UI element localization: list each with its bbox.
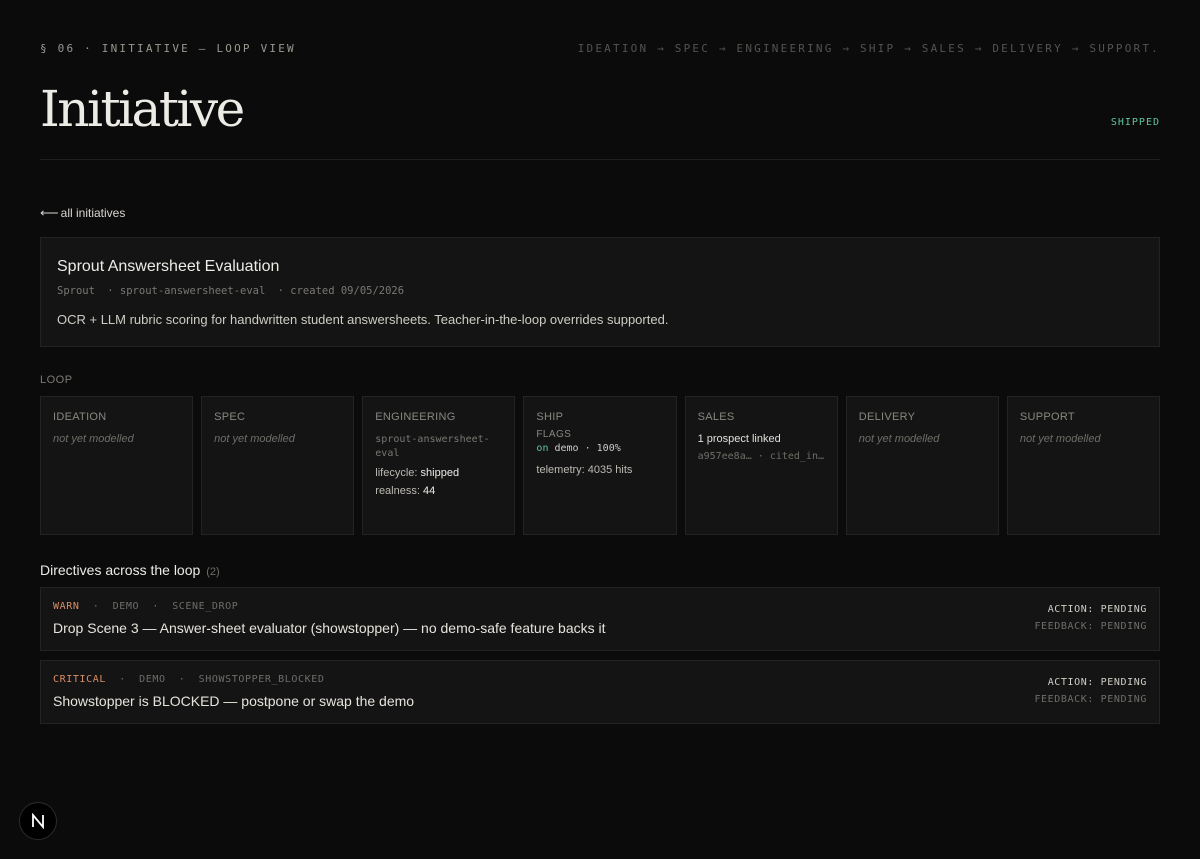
arrow-left-icon: ⟵ <box>40 205 59 220</box>
stage-ideation[interactable]: IDEATION not yet modelled <box>40 396 194 535</box>
stage-name: SPEC <box>214 411 246 423</box>
prospect-id: a957ee8a… <box>697 451 752 462</box>
stage-delivery[interactable]: DELIVERY not yet modelled <box>845 396 999 535</box>
stage-name: SHIP <box>536 411 564 423</box>
directive-tags: CRITICAL · DEMO · SHOWSTOPPER_BLOCKED <box>53 674 325 685</box>
realness-value: 44 <box>422 485 436 497</box>
initiative-slug: · sprout-answersheet-eval <box>107 285 266 297</box>
next-logo-icon[interactable] <box>19 802 57 840</box>
directives-title: Directives across the loop <box>40 562 201 578</box>
back-to-initiatives-link[interactable]: ⟵ all initiatives <box>40 205 125 221</box>
stage-empty-text: not yet modelled <box>53 433 134 445</box>
stage-spec[interactable]: SPEC not yet modelled <box>201 396 355 535</box>
engineering-slug: sprout-answersheet-eval <box>375 434 490 459</box>
severity-tag: WARN <box>53 601 80 612</box>
loop-section-label: LOOP <box>40 374 73 386</box>
env-tag: DEMO <box>112 601 140 612</box>
feedback-status: FEEDBACK: PENDING <box>1034 694 1147 705</box>
directive-item[interactable]: CRITICAL · DEMO · SHOWSTOPPER_BLOCKED Sh… <box>40 660 1160 724</box>
initiative-name: Sprout Answersheet Evaluation <box>57 258 280 275</box>
directive-item[interactable]: WARN · DEMO · SCENE_DROP Drop Scene 3 — … <box>40 587 1160 651</box>
telemetry: telemetry: 4035 hits <box>536 464 633 476</box>
page-title: Initiative <box>40 80 245 138</box>
stage-name: DELIVERY <box>858 411 916 423</box>
n-glyph <box>32 813 44 829</box>
initiative-card: Sprout Answersheet Evaluation Sprout · s… <box>40 237 1160 347</box>
directive-text: Showstopper is BLOCKED — postpone or swa… <box>53 693 415 709</box>
stage-empty-text: not yet modelled <box>214 433 295 445</box>
env-tag: DEMO <box>139 674 166 685</box>
stage-empty-text: not yet modelled <box>1019 433 1101 445</box>
severity-tag: CRITICAL <box>53 674 106 685</box>
directive-status: ACTION: PENDING FEEDBACK: PENDING <box>1034 677 1147 705</box>
prospect-ids: a957ee8a… · cited_in… <box>697 451 824 462</box>
prospect-ref: cited_in… <box>769 451 824 462</box>
loop-stages: IDEATION not yet modelled SPEC not yet m… <box>40 396 1160 535</box>
directive-text: Drop Scene 3 — Answer-sheet evaluator (s… <box>53 620 606 636</box>
stage-name: SALES <box>697 411 735 423</box>
action-status: ACTION: PENDING <box>1047 677 1147 688</box>
prospect-count: 1 prospect linked <box>697 433 781 445</box>
back-link-label: all initiatives <box>60 206 126 220</box>
realness-label: realness: <box>375 485 423 497</box>
stage-support[interactable]: SUPPORT not yet modelled <box>1006 396 1160 535</box>
section-label: § 06 · INITIATIVE — LOOP VIEW <box>40 42 296 55</box>
initiative-org: Sprout <box>57 285 95 297</box>
stage-name: ENGINEERING <box>375 411 456 423</box>
initiative-description: OCR + LLM rubric scoring for handwritten… <box>57 312 669 327</box>
stage-empty-text: not yet modelled <box>858 433 940 445</box>
status-badge: SHIPPED <box>1110 117 1160 128</box>
top-bar: § 06 · INITIATIVE — LOOP VIEW IDEATION →… <box>40 42 1160 55</box>
stage-ship[interactable]: SHIP FLAGS on demo · 100% telemetry: 403… <box>523 396 677 535</box>
engineering-lifecycle: lifecycle: shipped <box>375 467 502 479</box>
flag-env: demo <box>554 443 579 454</box>
header-divider <box>40 159 1160 160</box>
flag-pct: 100% <box>596 443 621 454</box>
action-status: ACTION: PENDING <box>1047 604 1147 615</box>
directive-tags: WARN · DEMO · SCENE_DROP <box>53 601 239 612</box>
lifecycle-label: lifecycle: <box>375 467 421 479</box>
stage-name: IDEATION <box>53 411 107 423</box>
feedback-status: FEEDBACK: PENDING <box>1034 621 1147 632</box>
directive-status: ACTION: PENDING FEEDBACK: PENDING <box>1034 604 1147 632</box>
engineering-realness: realness: 44 <box>375 485 502 497</box>
stage-sales[interactable]: SALES 1 prospect linked a957ee8a… · cite… <box>684 396 838 535</box>
lifecycle-value: shipped <box>420 467 460 479</box>
flag-state: on <box>536 443 549 454</box>
code-tag: SCENE_DROP <box>172 601 239 612</box>
flag-row: on demo · 100% <box>536 443 621 454</box>
stage-name: SUPPORT <box>1019 411 1075 423</box>
code-tag: SHOWSTOPPER_BLOCKED <box>198 674 325 685</box>
directives-heading: Directives across the loop (2) <box>40 562 220 578</box>
initiative-meta: Sprout · sprout-answersheet-eval · creat… <box>57 285 1143 297</box>
stage-engineering[interactable]: ENGINEERING sprout-answersheet-eval life… <box>362 396 516 535</box>
initiative-created: · created 09/05/2026 <box>277 285 405 297</box>
loop-flow-breadcrumb: IDEATION → SPEC → ENGINEERING → SHIP → S… <box>577 42 1160 55</box>
directives-count: (2) <box>206 566 220 578</box>
flags-label: FLAGS <box>536 429 572 440</box>
